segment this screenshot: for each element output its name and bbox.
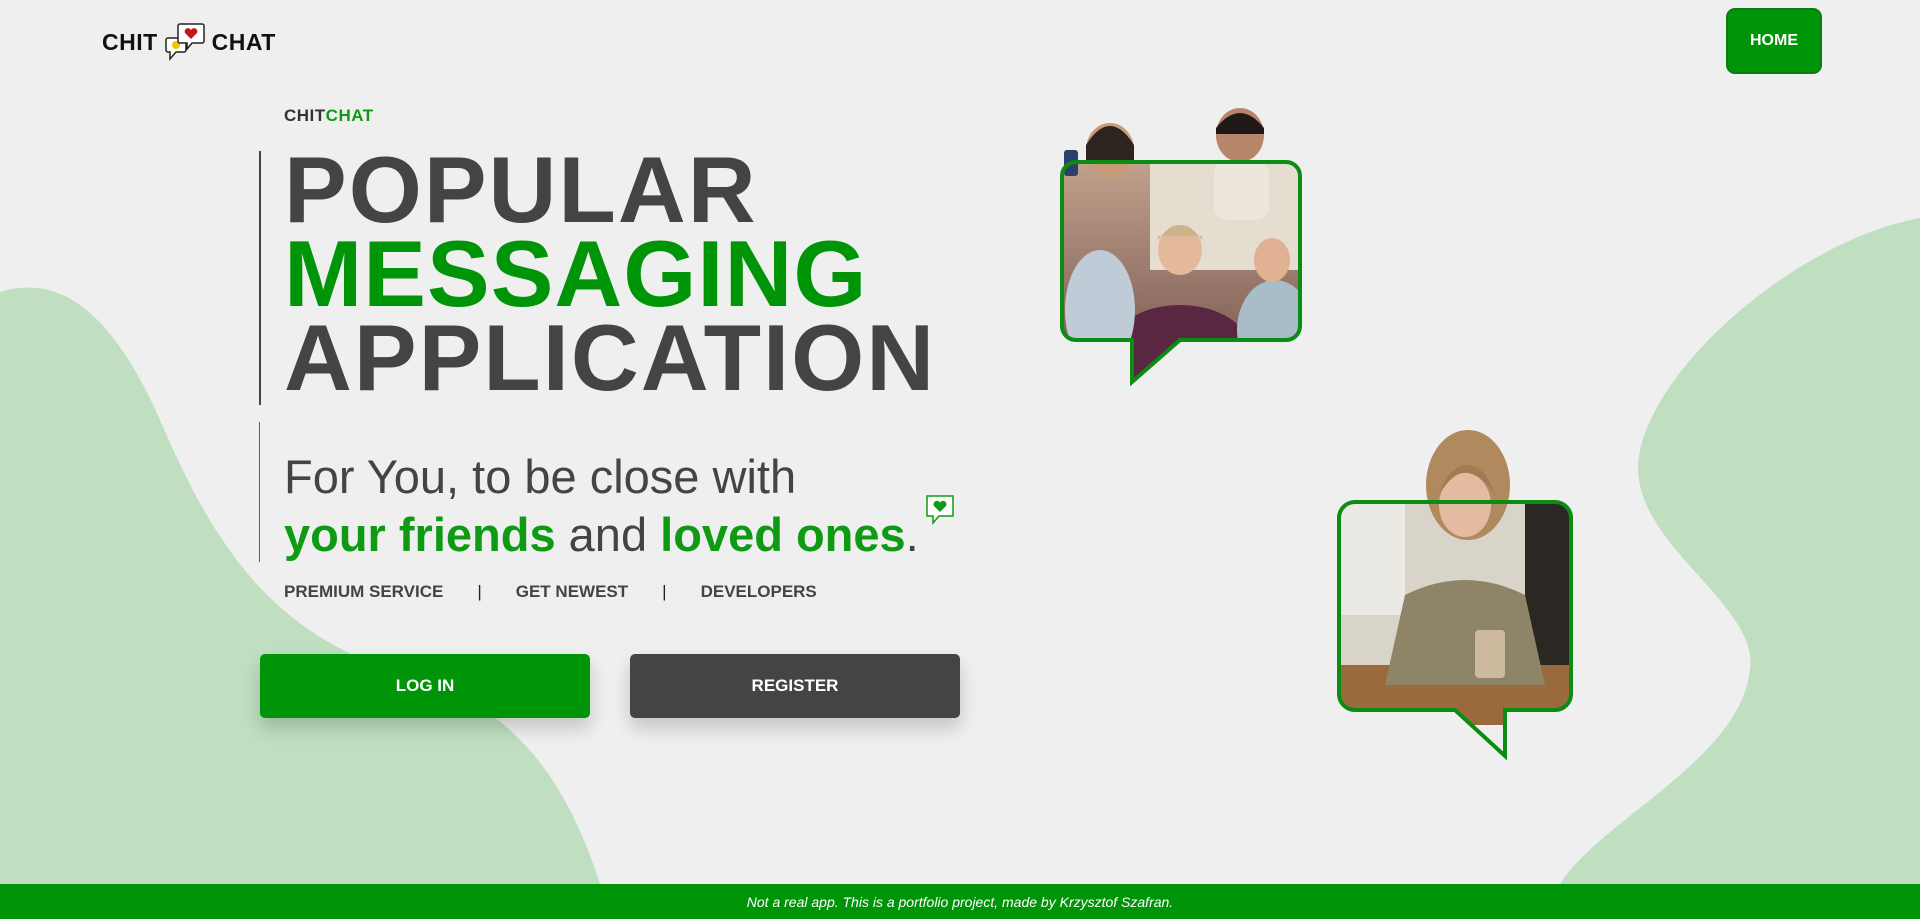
link-separator: | — [662, 582, 667, 601]
sub-line-2: your friends and loved ones. — [284, 506, 919, 564]
hero-headline: POPULAR MESSAGING APPLICATION — [284, 137, 937, 410]
register-button[interactable]: REGISTER — [630, 654, 960, 718]
headline-line-3: APPLICATION — [284, 305, 937, 410]
headline-divider — [259, 151, 261, 405]
logo-text-chat: CHAT — [211, 28, 276, 55]
hero-subheadline: For You, to be close with your friends a… — [284, 448, 919, 564]
sub-loved: loved ones — [660, 508, 906, 561]
friends-photo-bubble — [1060, 108, 1302, 387]
footer-text: Not a real app. This is a portfolio proj… — [746, 893, 1174, 910]
link-get-newest[interactable]: GET NEWEST — [516, 582, 628, 602]
link-developers[interactable]: DEVELOPERS — [701, 582, 817, 602]
footer: Not a real app. This is a portfolio proj… — [0, 884, 1920, 919]
feature-links: PREMIUM SERVICE | GET NEWEST | DEVELOPER… — [284, 582, 817, 602]
headline-line-1: POPULAR — [284, 137, 758, 242]
logo[interactable]: CHIT CHAT — [102, 22, 276, 62]
eyebrow-chit: CHIT — [284, 106, 326, 125]
sub-friends: your friends — [284, 508, 556, 561]
login-button[interactable]: LOG IN — [260, 654, 590, 718]
heart-bubble-icon — [926, 495, 954, 526]
eyebrow-brand: CHITCHAT — [284, 106, 374, 126]
sub-and: and — [555, 508, 661, 561]
chat-bubbles-heart-icon — [164, 23, 205, 62]
link-premium-service[interactable]: PREMIUM SERVICE — [284, 582, 443, 602]
headline-line-2: MESSAGING — [284, 221, 868, 326]
home-button[interactable]: HOME — [1726, 8, 1822, 74]
subheadline-divider — [259, 422, 260, 562]
sub-line-1: For You, to be close with — [284, 450, 797, 503]
logo-text-chit: CHIT — [102, 28, 158, 55]
eyebrow-chat: CHAT — [325, 106, 374, 125]
sub-end: . — [905, 508, 919, 561]
link-separator: | — [477, 582, 482, 601]
woman-photo-bubble — [1337, 430, 1573, 761]
